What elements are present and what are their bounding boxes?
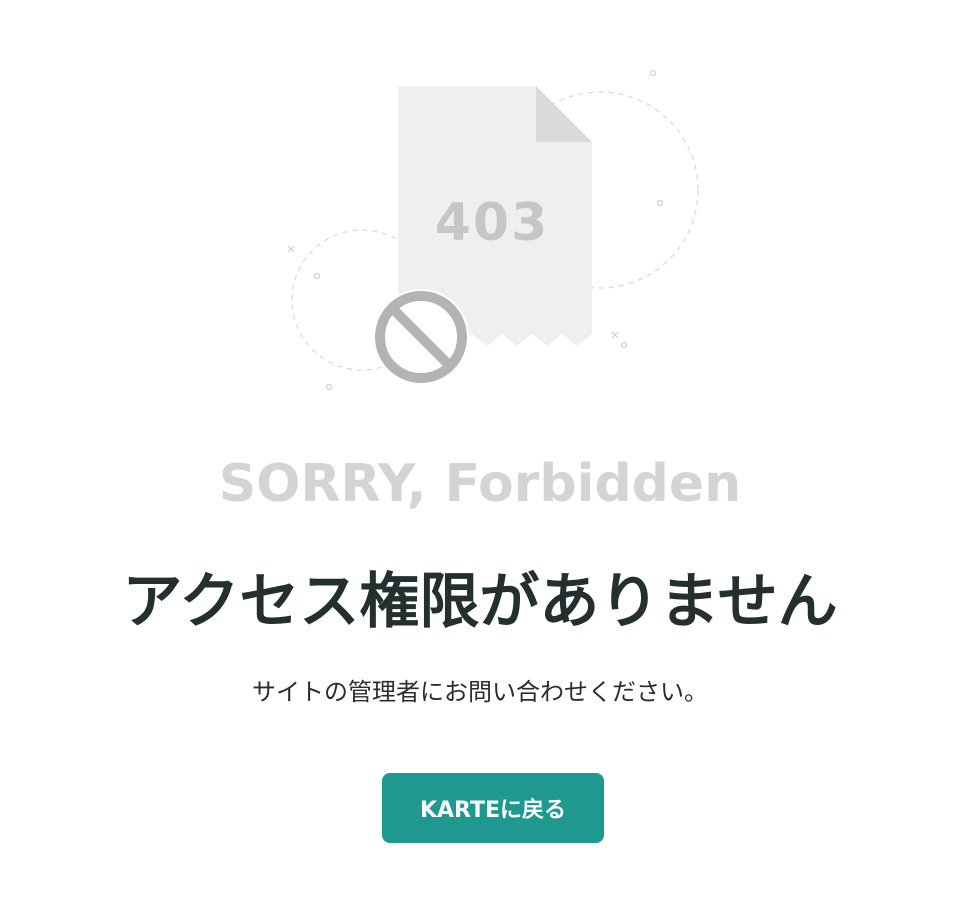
error-code: 403 (435, 193, 550, 253)
sorry-forbidden-text: SORRY, Forbidden (218, 454, 742, 514)
contact-admin-message: サイトの管理者にお問い合わせください。 (252, 678, 708, 706)
forbidden-page: 403 SORRY, Forbidden アクセス権限がありません サイトの管理… (0, 0, 960, 908)
back-to-karte-button[interactable]: KARTEに戻る (382, 773, 604, 843)
forbidden-illustration: 403 (287, 69, 699, 391)
forbidden-icon (373, 289, 469, 385)
page-title: アクセス権限がありません (122, 567, 838, 637)
